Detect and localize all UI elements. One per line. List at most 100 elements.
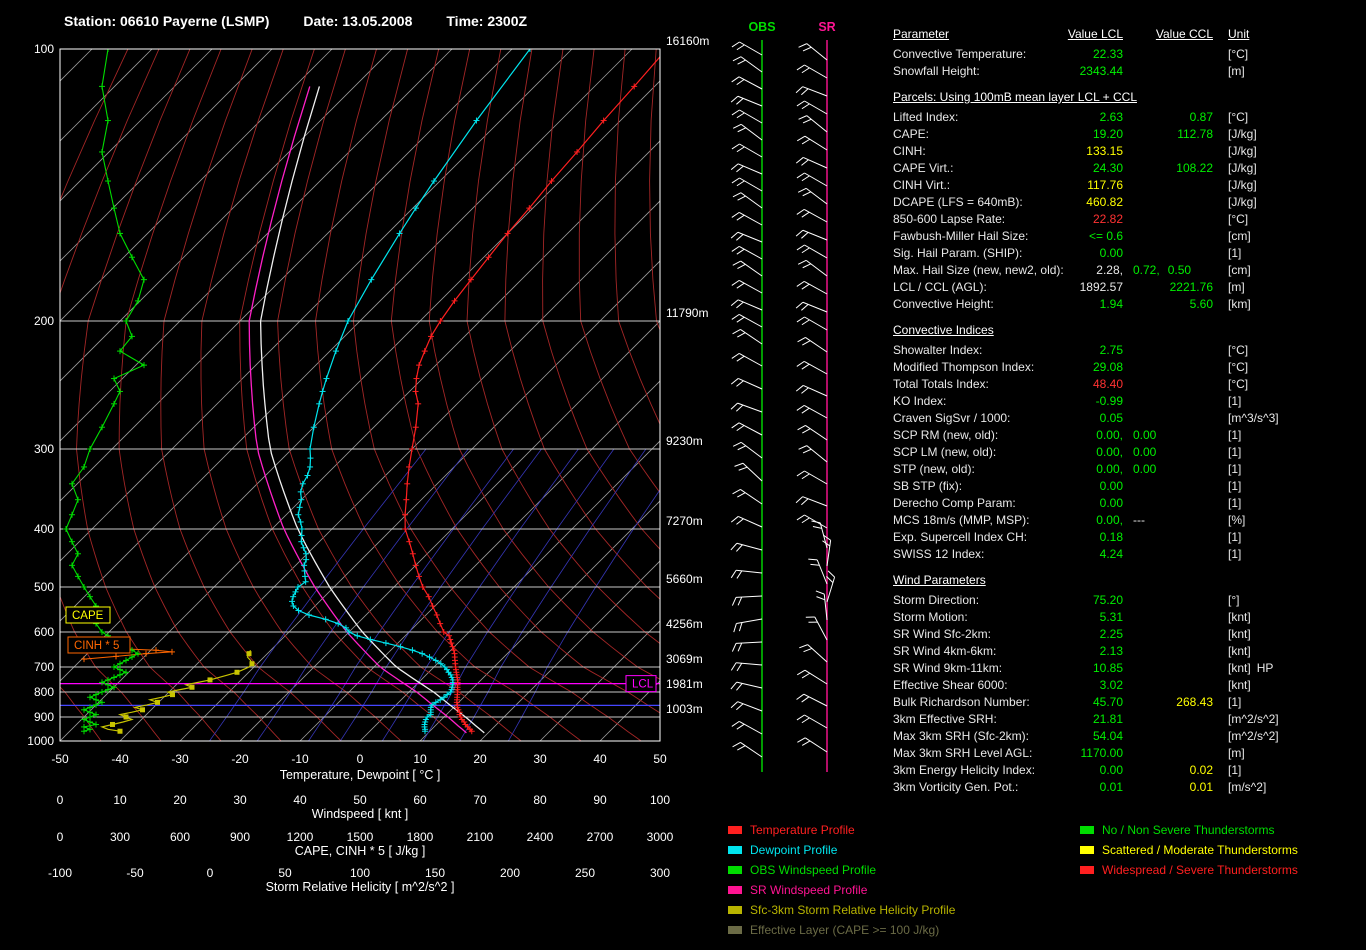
table-section-header: Parcels: Using 100mB mean layer LCL + CC… (893, 89, 1353, 106)
value-lcl-cell: 22.33 (1067, 46, 1123, 63)
windspeed-axis-axis-title: Windspeed [ knt ] (312, 807, 409, 821)
param-name: Exp. Supercell Index CH: (893, 529, 1067, 546)
table-row: SB STP (fix):0.00[1] (893, 478, 1353, 495)
sr-wind-barbs (796, 44, 835, 752)
param-name: Craven SigSvr / 1000: (893, 410, 1067, 427)
value-lcl: 54.04 (1093, 729, 1123, 743)
value-lcl: 0.00 (1100, 496, 1123, 510)
unit-label: [1] (1228, 495, 1241, 512)
value-lcl: 19.20 (1093, 127, 1123, 141)
value-ccl: 5.60 (1190, 297, 1213, 311)
value-lcl-cell: 1892.57 (1067, 279, 1123, 296)
isotherm-line (0, 49, 392, 741)
temperature-axis-tick-label: -10 (291, 752, 309, 766)
legend-swatch (728, 866, 742, 874)
legend-label: Temperature Profile (750, 822, 855, 842)
value-ccl-cell: 0.87 (1123, 109, 1213, 126)
unit-label: [°C] (1228, 359, 1248, 376)
windspeed-axis-tick-label: 20 (173, 793, 187, 807)
param-name: CAPE Virt.: (893, 160, 1067, 177)
cape-axis-tick-label: 600 (170, 830, 190, 844)
height-label: 16160m (666, 34, 709, 48)
param-name: Storm Direction: (893, 592, 1067, 609)
param-name: LCL / CCL (AGL): (893, 279, 1067, 296)
pressure-label: 900 (34, 710, 54, 724)
value-ccl-cell: --- (1123, 512, 1213, 529)
unit-label: [knt] (1228, 626, 1251, 643)
table-row: SR Wind Sfc-2km:2.25[knt] (893, 626, 1353, 643)
table-section-header: Convective Indices (893, 322, 1353, 339)
pressure-label: 400 (34, 522, 54, 536)
srh-axis-tick-label: 0 (207, 866, 214, 880)
value-lcl: 48.40 (1093, 377, 1123, 391)
value-lcl-cell: 2.25 (1067, 626, 1123, 643)
srh-axis-tick-label: 250 (575, 866, 595, 880)
windspeed-axis-tick-label: 50 (353, 793, 367, 807)
value-ccl: 0.00 (1133, 462, 1156, 476)
value-ccl: 0.72, (1133, 263, 1160, 277)
param-name: SCP RM (new, old): (893, 427, 1067, 444)
value-ccl: 268.43 (1176, 695, 1213, 709)
pressure-label: 300 (34, 442, 54, 456)
param-name: Convective Height: (893, 296, 1067, 313)
legend-label: OBS Windspeed Profile (750, 862, 876, 882)
sr-label: SR (818, 20, 835, 34)
unit-label: [°C] (1228, 376, 1248, 393)
temperature-axis-tick-label: -50 (51, 752, 69, 766)
value-lcl: 0.00 (1100, 479, 1123, 493)
severity-legend: No / Non Severe ThunderstormsScattered /… (1080, 822, 1298, 882)
param-name: Showalter Index: (893, 342, 1067, 359)
param-name: Convective Temperature: (893, 46, 1067, 63)
param-name: Max 3km SRH Level AGL: (893, 745, 1067, 762)
value-lcl: 1170.00 (1081, 746, 1124, 760)
temperature-axis-tick-label: 10 (413, 752, 427, 766)
table-row: Storm Direction:75.20[°] (893, 592, 1353, 609)
table-row: KO Index:-0.99[1] (893, 393, 1353, 410)
value-lcl-cell: 4.24 (1067, 546, 1123, 563)
isotherm-line (540, 49, 880, 741)
value-ccl-cell (1123, 194, 1213, 211)
value-lcl: 0.00, (1096, 445, 1123, 459)
param-name: 3km Vorticity Gen. Pot.: (893, 779, 1067, 796)
legend-swatch (1080, 846, 1094, 854)
obs-wind-barbs (731, 42, 762, 757)
dry-adiabat-line (161, 49, 341, 741)
value-lcl-cell: 19.20 (1067, 126, 1123, 143)
value-lcl: 0.18 (1100, 530, 1123, 544)
profile-legend: Temperature ProfileDewpoint ProfileOBS W… (728, 822, 955, 942)
table-row: 850-600 Lapse Rate:22.82[°C] (893, 211, 1353, 228)
value-lcl-cell: 0.00, (1067, 461, 1123, 478)
value-ccl: 108.22 (1176, 161, 1213, 175)
value-lcl: 0.00 (1100, 763, 1123, 777)
unit-label: [knt] (1228, 609, 1251, 626)
value-lcl-cell: 0.18 (1067, 529, 1123, 546)
value-lcl-cell: 0.00 (1067, 762, 1123, 779)
value-lcl: 24.30 (1093, 161, 1123, 175)
value-lcl-cell: 2.28, (1067, 262, 1123, 279)
value-ccl-cell: 0.72,0.50 (1123, 262, 1213, 279)
table-row: Snowfall Height:2343.44[m] (893, 63, 1353, 80)
unit-label: [cm] (1228, 262, 1251, 279)
legend-label: Dewpoint Profile (750, 842, 837, 862)
value-lcl-cell: 24.30 (1067, 160, 1123, 177)
value-lcl: 0.00, (1096, 513, 1123, 527)
unit-label: [m^2/s^2] (1228, 711, 1279, 728)
value-lcl-cell: 133.15 (1067, 143, 1123, 160)
table-row: 3km Vorticity Gen. Pot.:0.010.01[m/s^2] (893, 779, 1353, 796)
unit-label: [cm] (1228, 228, 1251, 245)
srh-axis-tick-label: 50 (278, 866, 292, 880)
param-name: Lifted Index: (893, 109, 1067, 126)
plot-frame (60, 49, 660, 741)
legend-label: Effective Layer (CAPE >= 100 J/kg) (750, 922, 939, 942)
temperature-axis-tick-label: 0 (357, 752, 364, 766)
cape-axis-axis-title: CAPE, CINH * 5 [ J/kg ] (295, 844, 426, 858)
unit-label: [1] (1228, 245, 1241, 262)
legend-label: No / Non Severe Thunderstorms (1102, 822, 1275, 842)
value-ccl-cell: 0.01 (1123, 779, 1213, 796)
unit-label: [m^2/s^2] (1228, 728, 1279, 745)
value-lcl: 2343.44 (1080, 64, 1123, 78)
height-label: 3069m (666, 652, 703, 666)
unit-label: [1] (1228, 694, 1241, 711)
unit-label: [°C] (1228, 109, 1248, 126)
unit-label: [J/kg] (1228, 177, 1257, 194)
